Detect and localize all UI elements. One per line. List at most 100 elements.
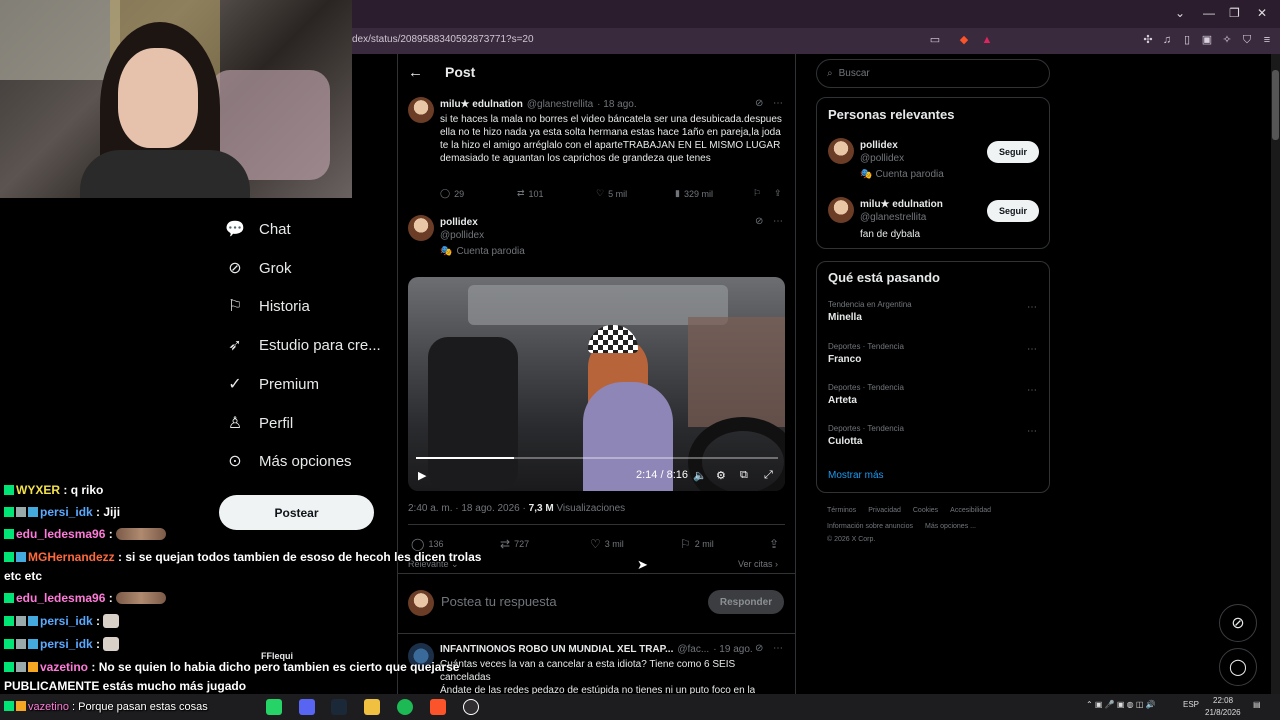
retweet-button[interactable]: ⇄ 727 xyxy=(500,537,529,551)
nav-grok[interactable]: ⊘ Grok xyxy=(225,254,291,282)
notification-icon[interactable]: ▤ xyxy=(1253,700,1261,709)
views-button[interactable]: ▮ 329 mil xyxy=(675,188,713,199)
bookmark-icon[interactable]: ⚐ xyxy=(753,188,761,199)
tweet-author-handle[interactable]: @glanestrellita xyxy=(527,99,593,110)
search-input[interactable]: ⌕ Buscar xyxy=(816,59,1050,88)
grok-icon[interactable]: ⊘ xyxy=(755,216,763,227)
menu-icon[interactable]: ≡ xyxy=(1260,33,1274,47)
avatar[interactable] xyxy=(828,138,854,164)
clock-date[interactable]: 21/8/2026 xyxy=(1205,708,1241,717)
wallet-icon[interactable]: ▣ xyxy=(1200,33,1214,47)
footer-link[interactable]: Términos xyxy=(827,507,856,514)
discord-icon[interactable] xyxy=(299,699,315,715)
footer-link[interactable]: Información sobre anuncios xyxy=(827,523,913,530)
person-handle[interactable]: @pollidex xyxy=(860,153,904,164)
reply-button[interactable]: ◯ 136 xyxy=(411,537,443,551)
person-name[interactable]: milu★ edulnation xyxy=(860,199,943,210)
maximize-icon[interactable]: ❐ xyxy=(1229,6,1240,20)
trend-item[interactable]: Deportes · Tendencia Culotta xyxy=(828,424,904,447)
volume-icon[interactable]: 🔈 xyxy=(693,469,707,482)
tweet-author-handle[interactable]: @fac... xyxy=(677,644,709,655)
video-player[interactable]: ▶ 2:14 / 8:16 🔈 ⚙ ⧉ ⤢ xyxy=(408,277,785,491)
more-icon[interactable]: ⋯ xyxy=(1027,385,1037,396)
scrollbar[interactable] xyxy=(1271,54,1280,694)
footer-link[interactable]: Cookies xyxy=(913,507,938,514)
grok-float-button[interactable]: ⊘ xyxy=(1219,604,1257,642)
more-icon[interactable]: ⋯ xyxy=(773,643,783,654)
more-icon[interactable]: ⋯ xyxy=(1027,426,1037,437)
folder-icon[interactable] xyxy=(364,699,380,715)
nav-historia[interactable]: ⚐ Historia xyxy=(225,292,310,320)
like-button[interactable]: ♡ 3 mil xyxy=(590,537,624,551)
tab-list-icon[interactable]: ⌄ xyxy=(1175,6,1185,20)
like-button[interactable]: ♡ 5 mil xyxy=(596,188,627,199)
grok-icon[interactable]: ⊘ xyxy=(755,643,763,654)
bookmark-button[interactable]: ⚐ 2 mil xyxy=(680,537,714,551)
tweet-author-name[interactable]: milu★ edulnation xyxy=(440,99,523,110)
show-more-link[interactable]: Mostrar más xyxy=(828,470,884,481)
obs-icon[interactable] xyxy=(463,699,479,715)
avatar[interactable] xyxy=(408,215,434,241)
language-indicator[interactable]: ESP xyxy=(1183,700,1199,709)
sidebar-icon[interactable]: ▯ xyxy=(1180,33,1194,47)
reply-button[interactable]: ◯ 29 xyxy=(440,188,464,199)
video-progress-bar[interactable] xyxy=(416,457,778,459)
music-icon[interactable]: ♫ xyxy=(1160,33,1174,47)
grok-icon[interactable]: ⊘ xyxy=(755,98,763,109)
quotes-link[interactable]: Ver citas › xyxy=(738,559,778,569)
tray-icons[interactable]: ⌃ ▣ 🎤 ▣ ◍ ◫ 🔊 xyxy=(1086,700,1156,709)
reply-submit-button[interactable]: Responder xyxy=(708,590,784,614)
steam-icon[interactable] xyxy=(331,699,347,715)
brave-icon[interactable] xyxy=(430,699,446,715)
spotify-icon[interactable] xyxy=(397,699,413,715)
avatar[interactable] xyxy=(408,97,434,123)
messages-float-button[interactable]: ◯ xyxy=(1219,648,1257,686)
nav-perfil[interactable]: ♙ Perfil xyxy=(225,409,293,437)
url-text[interactable]: dex/status/2089588340592873771?s=20 xyxy=(352,34,534,45)
screen-icon[interactable]: ▭ xyxy=(928,33,942,47)
tweet-author-name[interactable]: pollidex xyxy=(440,217,478,228)
minimize-icon[interactable]: — xyxy=(1203,6,1215,20)
footer-link[interactable]: Accesibilidad xyxy=(950,507,991,514)
nav-chat[interactable]: 💬 Chat xyxy=(225,215,291,243)
settings-icon[interactable]: ⚙ xyxy=(716,469,726,482)
avatar[interactable] xyxy=(828,197,854,223)
person-handle[interactable]: @glanestrellita xyxy=(860,212,926,223)
share-icon[interactable]: ⇪ xyxy=(774,188,782,199)
tweet-author-name[interactable]: INFANTINONOS ROBO UN MUNDIAL XEL TRAP... xyxy=(440,644,673,655)
nav-mas-opciones[interactable]: ⊙ Más opciones xyxy=(225,447,351,475)
follow-button[interactable]: Seguir xyxy=(987,200,1039,222)
nav-estudio[interactable]: ➶ Estudio para cre... xyxy=(225,331,380,359)
retweet-button[interactable]: ⇄ 101 xyxy=(517,188,544,199)
leo-icon[interactable]: ✧ xyxy=(1220,33,1234,47)
person-name[interactable]: pollidex xyxy=(860,140,898,151)
vpn-icon[interactable]: ⛉ xyxy=(1240,33,1254,47)
footer-link[interactable]: Privacidad xyxy=(868,507,901,514)
trend-item[interactable]: Deportes · Tendencia Arteta xyxy=(828,383,904,406)
pip-icon[interactable]: ⧉ xyxy=(740,469,748,482)
share-icon[interactable]: ⇪ xyxy=(769,537,779,551)
tweet-time[interactable]: · 19 ago. xyxy=(713,644,752,655)
fullscreen-icon[interactable]: ⤢ xyxy=(764,469,773,482)
extensions-icon[interactable]: ✣ xyxy=(1141,33,1155,47)
more-icon[interactable]: ⋯ xyxy=(1027,344,1037,355)
scrollbar-thumb[interactable] xyxy=(1272,70,1279,140)
brave-shield-icon[interactable]: ◆ xyxy=(957,33,971,47)
nav-premium[interactable]: ✓ Premium xyxy=(225,370,319,398)
close-icon[interactable]: ✕ xyxy=(1257,6,1267,20)
trend-item[interactable]: Tendencia en Argentina Minella xyxy=(828,300,912,323)
tweet-time[interactable]: · 18 ago. xyxy=(597,99,636,110)
more-icon[interactable]: ⋯ xyxy=(773,216,783,227)
follow-button[interactable]: Seguir xyxy=(987,141,1039,163)
play-icon[interactable]: ▶ xyxy=(418,469,426,482)
back-arrow-icon[interactable]: ← xyxy=(408,64,423,81)
more-icon[interactable]: ⋯ xyxy=(773,98,783,109)
brave-rewards-icon[interactable]: ▲ xyxy=(980,33,994,47)
clock-time[interactable]: 22:08 xyxy=(1213,696,1233,705)
more-icon[interactable]: ⋯ xyxy=(1027,302,1037,313)
post-button[interactable]: Postear xyxy=(219,495,374,530)
footer-link[interactable]: Más opciones ... xyxy=(925,523,976,530)
reply-input[interactable]: Postea tu respuesta xyxy=(441,594,557,609)
tweet-author-handle[interactable]: @pollidex xyxy=(440,230,484,241)
trend-item[interactable]: Deportes · Tendencia Franco xyxy=(828,342,904,365)
